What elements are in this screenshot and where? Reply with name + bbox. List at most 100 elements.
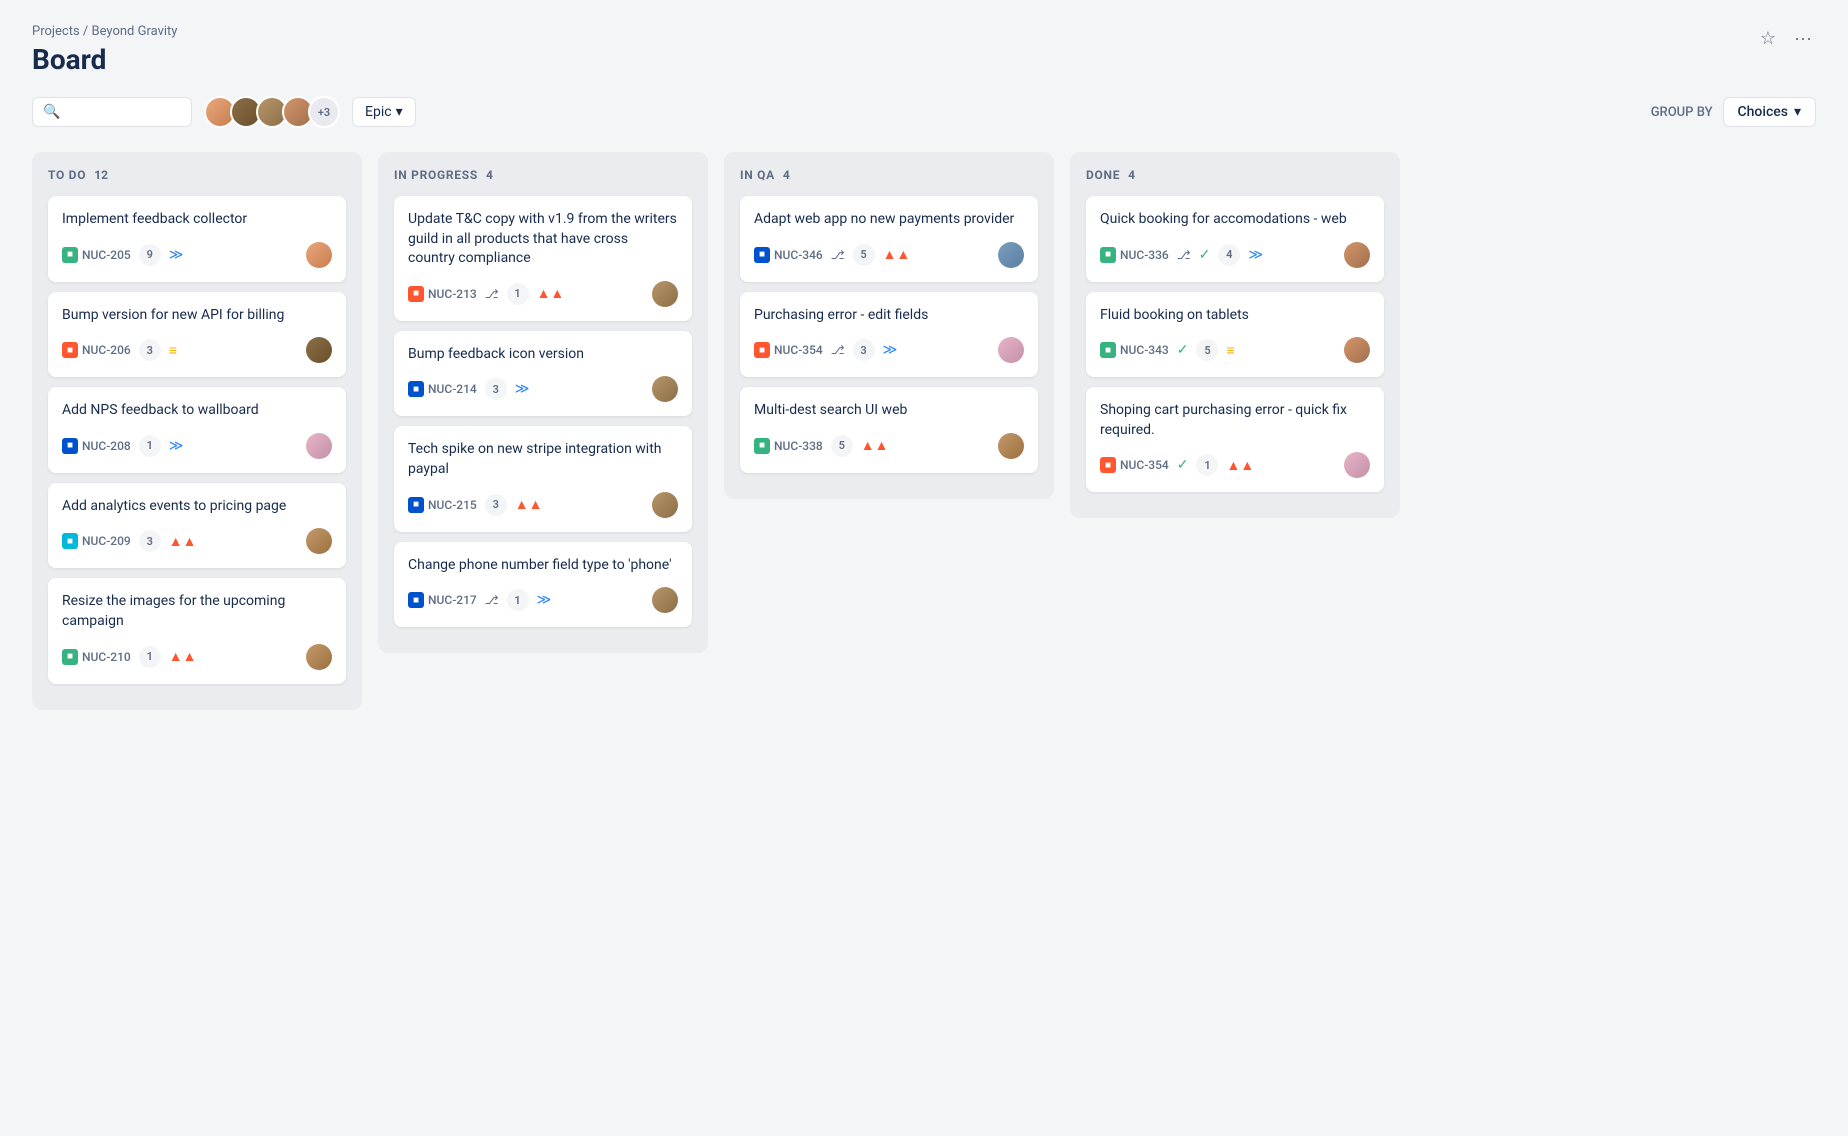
card-footer: ■ NUC-354 ✓1▲▲ (1100, 452, 1370, 478)
card-tag[interactable]: ■ NUC-354 (754, 342, 823, 358)
star-button[interactable]: ☆ (1756, 24, 1780, 53)
more-options-button[interactable]: ··· (1790, 24, 1816, 53)
card-avatar (306, 433, 332, 459)
card[interactable]: Implement feedback collector ■ NUC-205 9… (48, 196, 346, 282)
card[interactable]: Bump feedback icon version ■ NUC-214 3≫ (394, 331, 692, 417)
card-tag[interactable]: ■ NUC-343 (1100, 342, 1169, 358)
breadcrumb: Projects / Beyond Gravity (32, 24, 177, 39)
page-title: Board (32, 43, 177, 76)
priority-icon: ≫ (169, 247, 184, 263)
card-tag[interactable]: ■ NUC-217 (408, 592, 477, 608)
count-badge: 5 (831, 435, 853, 457)
card-title: Adapt web app no new payments provider (754, 210, 1024, 230)
tag-label: NUC-210 (82, 650, 131, 664)
card[interactable]: Multi-dest search UI web ■ NUC-338 5▲▲ (740, 387, 1038, 473)
check-icon: ✓ (1177, 342, 1189, 358)
column-title: IN QA (740, 168, 775, 182)
check-icon: ✓ (1177, 457, 1189, 473)
card[interactable]: Change phone number field type to 'phone… (394, 542, 692, 628)
count-badge: 3 (139, 339, 161, 361)
card-footer: ■ NUC-346 ⎇5▲▲ (754, 242, 1024, 268)
tag-label: NUC-354 (774, 343, 823, 357)
card-avatar (1344, 452, 1370, 478)
column-count: 4 (783, 168, 790, 182)
card-tag[interactable]: ■ NUC-338 (754, 438, 823, 454)
card-title: Bump version for new API for billing (62, 306, 332, 326)
priority-icon: ≫ (169, 438, 184, 454)
card[interactable]: Adapt web app no new payments provider ■… (740, 196, 1038, 282)
search-icon: 🔍 (43, 104, 60, 120)
card[interactable]: Resize the images for the upcoming campa… (48, 578, 346, 683)
group-by-label: GROUP BY (1651, 105, 1713, 120)
card-tag[interactable]: ■ NUC-336 (1100, 247, 1169, 263)
card-title: Bump feedback icon version (408, 345, 678, 365)
card[interactable]: Add analytics events to pricing page ■ N… (48, 483, 346, 569)
priority-icon: ≫ (537, 592, 552, 608)
card-title: Quick booking for accomodations - web (1100, 210, 1370, 230)
priority-icon: ≫ (1248, 247, 1263, 263)
tag-label: NUC-336 (1120, 248, 1169, 262)
avatar-overflow[interactable]: +3 (308, 96, 340, 128)
card-title: Fluid booking on tablets (1100, 306, 1370, 326)
tag-label: NUC-208 (82, 439, 131, 453)
count-badge: 5 (853, 244, 875, 266)
card-title: Implement feedback collector (62, 210, 332, 230)
card[interactable]: Tech spike on new stripe integration wit… (394, 426, 692, 531)
card[interactable]: Purchasing error - edit fields ■ NUC-354… (740, 292, 1038, 378)
column-count: 12 (94, 168, 108, 182)
priority-icon: ▲▲ (861, 437, 889, 454)
tag-icon: ■ (62, 533, 78, 549)
epic-filter[interactable]: Epic ▾ (352, 97, 416, 127)
card[interactable]: Quick booking for accomodations - web ■ … (1086, 196, 1384, 282)
tag-label: NUC-217 (428, 593, 477, 607)
tag-icon: ■ (62, 438, 78, 454)
tag-label: NUC-205 (82, 248, 131, 262)
branch-icon: ⎇ (831, 248, 845, 262)
card-tag[interactable]: ■ NUC-215 (408, 497, 477, 513)
card-avatar (306, 242, 332, 268)
card[interactable]: Add NPS feedback to wallboard ■ NUC-208 … (48, 387, 346, 473)
card-tag[interactable]: ■ NUC-210 (62, 649, 131, 665)
card-footer: ■ NUC-217 ⎇1≫ (408, 587, 678, 613)
card-title: Change phone number field type to 'phone… (408, 556, 678, 576)
card-avatar (652, 492, 678, 518)
board: TO DO 12 Implement feedback collector ■ … (32, 152, 1816, 710)
column-count: 4 (486, 168, 493, 182)
tag-label: NUC-209 (82, 534, 131, 548)
card[interactable]: Fluid booking on tablets ■ NUC-343 ✓5≡ (1086, 292, 1384, 378)
search-box[interactable]: 🔍 (32, 97, 192, 127)
card[interactable]: Bump version for new API for billing ■ N… (48, 292, 346, 378)
card-footer: ■ NUC-343 ✓5≡ (1100, 337, 1370, 363)
search-input[interactable] (66, 105, 181, 120)
card-tag[interactable]: ■ NUC-208 (62, 438, 131, 454)
card-avatar (652, 587, 678, 613)
priority-icon: ≡ (169, 342, 177, 359)
count-badge: 3 (485, 378, 507, 400)
choices-label: Choices (1738, 104, 1788, 120)
card-tag[interactable]: ■ NUC-209 (62, 533, 131, 549)
count-badge: 3 (853, 339, 875, 361)
column-title: DONE (1086, 168, 1120, 182)
tag-label: NUC-346 (774, 248, 823, 262)
tag-icon: ■ (408, 592, 424, 608)
chevron-down-icon: ▾ (1794, 104, 1801, 120)
column-title: IN PROGRESS (394, 168, 478, 182)
card-tag[interactable]: ■ NUC-206 (62, 342, 131, 358)
card-footer: ■ NUC-206 3 ≡ (62, 337, 332, 363)
card-tag[interactable]: ■ NUC-354 (1100, 457, 1169, 473)
card-title: Add NPS feedback to wallboard (62, 401, 332, 421)
tag-label: NUC-215 (428, 498, 477, 512)
card[interactable]: Shoping cart purchasing error - quick fi… (1086, 387, 1384, 492)
tag-icon: ■ (754, 342, 770, 358)
tag-label: NUC-214 (428, 382, 477, 396)
card[interactable]: Update T&C copy with v1.9 from the write… (394, 196, 692, 321)
choices-dropdown[interactable]: Choices ▾ (1723, 97, 1816, 127)
card-tag[interactable]: ■ NUC-214 (408, 381, 477, 397)
card-tag[interactable]: ■ NUC-213 (408, 286, 477, 302)
priority-icon: ▲▲ (1226, 457, 1254, 474)
card-tag[interactable]: ■ NUC-205 (62, 247, 131, 263)
tag-icon: ■ (408, 381, 424, 397)
card-tag[interactable]: ■ NUC-346 (754, 247, 823, 263)
card-footer: ■ NUC-214 3≫ (408, 376, 678, 402)
count-badge: 1 (507, 283, 529, 305)
